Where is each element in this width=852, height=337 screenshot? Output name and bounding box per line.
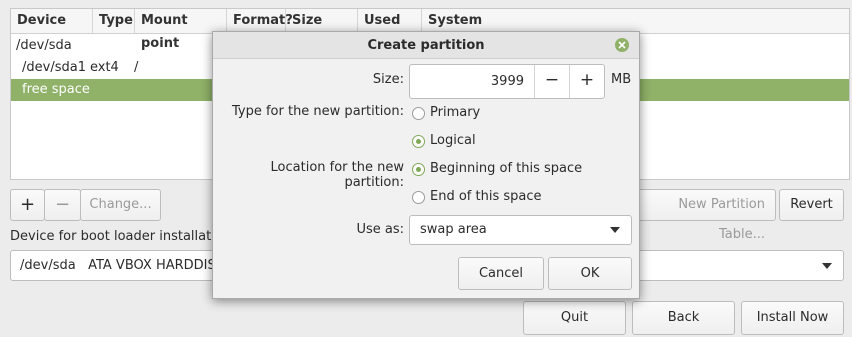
- size-input[interactable]: 3999: [410, 65, 534, 98]
- size-increment-button[interactable]: +: [569, 65, 604, 98]
- change-partition-button[interactable]: Change...: [80, 189, 161, 221]
- size-decrement-button[interactable]: −: [534, 65, 569, 98]
- location-label: Location for the new partition:: [270, 160, 404, 190]
- radio-indicator: [412, 135, 425, 148]
- radio-indicator: [412, 163, 425, 176]
- radio-label: Logical: [430, 133, 476, 148]
- chevron-down-icon: [610, 227, 620, 233]
- quit-button[interactable]: Quit: [523, 301, 626, 335]
- remove-partition-button[interactable]: −: [44, 189, 81, 221]
- type-label: Type for the new partition:: [231, 104, 404, 119]
- size-label: Size:: [372, 72, 404, 87]
- cancel-button[interactable]: Cancel: [458, 257, 544, 290]
- back-button[interactable]: Back: [632, 301, 735, 335]
- chevron-down-icon: [822, 263, 832, 269]
- add-partition-button[interactable]: +: [10, 189, 45, 221]
- bootloader-label: Device for boot loader installation:: [10, 229, 236, 244]
- bootloader-device-value: /dev/sda ATA VBOX HARDDISK: [20, 258, 225, 273]
- revert-button[interactable]: Revert: [779, 189, 844, 221]
- device-cell: /dev/sda1: [22, 60, 86, 75]
- new-partition-table-button[interactable]: New Partition Table...: [630, 189, 776, 242]
- column-header-size[interactable]: Size: [286, 9, 358, 33]
- type-cell: ext4: [90, 60, 119, 75]
- column-header-device[interactable]: Device: [11, 9, 93, 33]
- column-header-format[interactable]: Format?: [227, 9, 293, 33]
- column-header-mount-point[interactable]: Mount point: [135, 9, 227, 51]
- use-as-label: Use as:: [356, 222, 404, 237]
- dialog-titlebar[interactable]: Create partition: [213, 32, 639, 59]
- size-spinbutton: 3999 − +: [409, 64, 605, 99]
- radio-indicator: [412, 191, 425, 204]
- column-header-used[interactable]: Used: [358, 9, 422, 33]
- dialog-title: Create partition: [367, 38, 485, 53]
- radio-label: Primary: [430, 105, 481, 120]
- column-header-system[interactable]: System: [422, 9, 849, 33]
- mount-cell: /: [134, 60, 139, 75]
- type-logical-radio[interactable]: Logical: [412, 133, 512, 151]
- close-icon[interactable]: [615, 38, 629, 52]
- device-cell: /dev/sda: [16, 38, 72, 53]
- radio-indicator: [412, 107, 425, 120]
- use-as-value: swap area: [420, 222, 487, 237]
- device-cell: free space: [22, 82, 90, 97]
- column-header-type[interactable]: Type: [93, 9, 135, 33]
- ok-button[interactable]: OK: [548, 257, 632, 290]
- location-beginning-radio[interactable]: Beginning of this space: [412, 161, 592, 179]
- location-end-radio[interactable]: End of this space: [412, 189, 592, 207]
- radio-label: End of this space: [430, 189, 542, 204]
- create-partition-dialog: Create partition Size: 3999 − + MB Type …: [212, 31, 640, 299]
- type-primary-radio[interactable]: Primary: [412, 105, 512, 123]
- size-unit: MB: [611, 72, 632, 87]
- radio-label: Beginning of this space: [430, 161, 583, 176]
- install-now-button[interactable]: Install Now: [741, 301, 844, 335]
- use-as-select[interactable]: swap area: [409, 215, 632, 245]
